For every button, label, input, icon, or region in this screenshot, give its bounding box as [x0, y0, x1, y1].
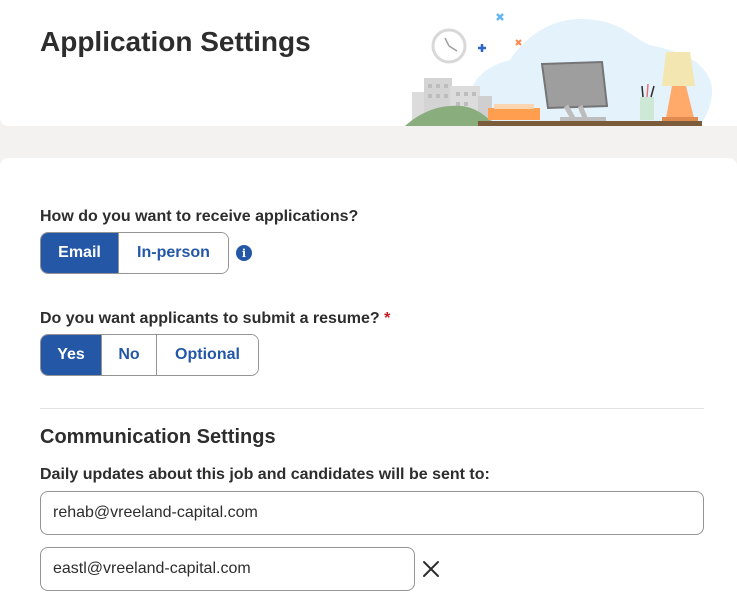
- page-title: Application Settings: [40, 26, 311, 57]
- close-icon: [423, 561, 439, 577]
- communication-settings-title: Communication Settings: [40, 426, 276, 448]
- resume-toggle: Yes No Optional: [40, 334, 259, 376]
- office-desk-illustration: [405, 13, 713, 126]
- info-icon[interactable]: i: [236, 245, 252, 261]
- email-field[interactable]: [40, 491, 704, 535]
- optional-option-button[interactable]: Optional: [156, 335, 258, 375]
- page-header: Application Settings: [0, 0, 737, 126]
- no-option-button[interactable]: No: [101, 335, 156, 375]
- remove-email-button[interactable]: [419, 557, 443, 581]
- in-person-option-button[interactable]: In-person: [118, 233, 228, 273]
- receive-method-toggle: Email In-person: [40, 232, 229, 274]
- resume-question-text: Do you want applicants to submit a resum…: [40, 310, 380, 327]
- resume-question: Do you want applicants to submit a resum…: [40, 310, 390, 328]
- email-option-button[interactable]: Email: [41, 233, 118, 273]
- email-field-secondary[interactable]: [40, 547, 415, 591]
- settings-card: How do you want to receive applications?…: [0, 158, 737, 607]
- required-marker: *: [384, 310, 391, 327]
- receive-question: How do you want to receive applications?: [40, 208, 359, 225]
- divider: [40, 408, 704, 409]
- yes-option-button[interactable]: Yes: [41, 335, 101, 375]
- daily-updates-label: Daily updates about this job and candida…: [40, 466, 490, 483]
